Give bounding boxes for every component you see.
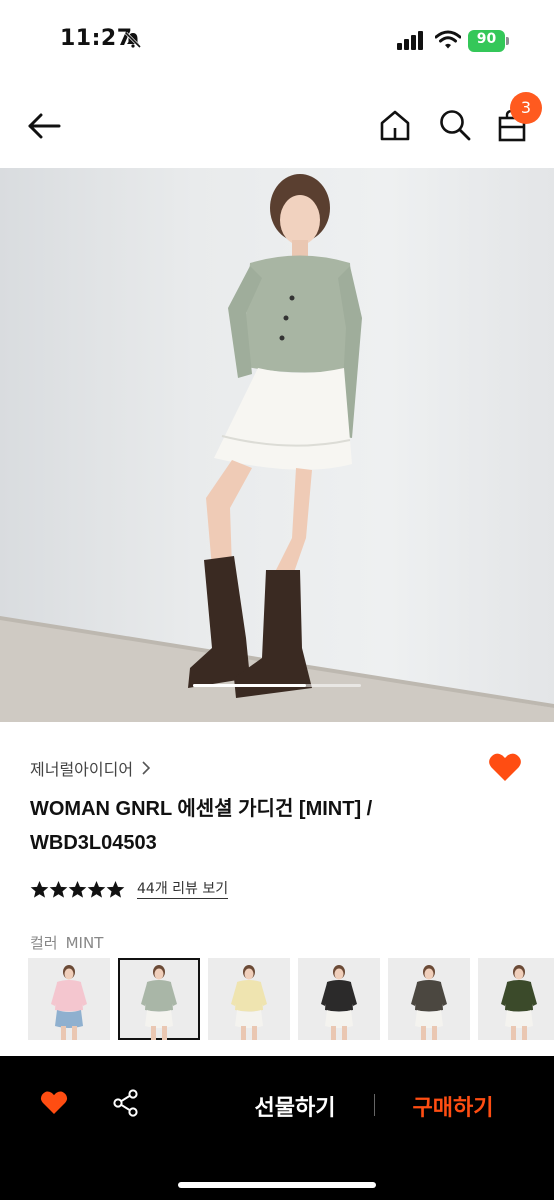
swatch-thumbnail (411, 965, 447, 1040)
brand-link[interactable]: 제너럴아이디어 (30, 756, 151, 780)
bottom-action-bar: 선물하기 구매하기 (0, 1056, 554, 1200)
divider (374, 1094, 375, 1116)
color-swatch[interactable] (388, 958, 470, 1040)
buy-button[interactable]: 구매하기 (380, 1090, 526, 1122)
status-time: 11:27 (60, 26, 133, 51)
swatch-thumbnail (321, 965, 357, 1040)
share-icon[interactable] (112, 1089, 140, 1117)
top-nav-bar (0, 80, 554, 168)
cellular-signal-icon (397, 31, 423, 50)
chevron-right-icon (142, 761, 151, 775)
color-label: 컬러 (30, 934, 58, 952)
star-icon (68, 880, 87, 898)
star-icon (30, 880, 49, 898)
star-icon (49, 880, 68, 898)
brand-name: 제너럴아이디어 (30, 760, 134, 779)
wishlist-heart-icon[interactable] (488, 752, 522, 782)
product-title-line-1: WOMAN GNRL 에센셜 가디건 [MINT] / (30, 798, 373, 820)
battery-indicator: 90 (468, 30, 509, 52)
battery-cap (506, 37, 509, 45)
cart-count-badge: 3 (510, 92, 542, 124)
color-swatch[interactable] (28, 958, 110, 1040)
color-swatch[interactable] (208, 958, 290, 1040)
search-icon[interactable] (438, 108, 472, 142)
review-link[interactable]: 44개 리뷰 보기 (137, 881, 229, 899)
color-swatch[interactable] (298, 958, 380, 1040)
swatch-thumbnail (51, 965, 87, 1040)
star-icon (87, 880, 106, 898)
silent-bell-icon (124, 31, 142, 49)
product-title: WOMAN GNRL 에센셜 가디건 [MINT] / WBD3L04503 (30, 792, 470, 860)
status-bar: 11:27 90 (0, 0, 554, 80)
arrow-left-icon[interactable] (26, 108, 62, 144)
model-photo (0, 174, 554, 722)
gift-button[interactable]: 선물하기 (210, 1090, 380, 1122)
swatch-thumbnail (501, 965, 537, 1040)
slide-indicator-active (193, 684, 306, 687)
color-swatch-list (28, 958, 554, 1042)
color-swatch[interactable] (118, 958, 200, 1040)
rating-row: 44개 리뷰 보기 (30, 880, 229, 899)
home-indicator[interactable] (178, 1182, 376, 1188)
home-icon[interactable] (378, 108, 412, 142)
swatch-thumbnail (141, 965, 177, 1040)
product-hero-image[interactable] (0, 168, 554, 722)
wishlist-heart-icon[interactable] (40, 1090, 68, 1115)
star-rating (30, 880, 125, 899)
star-icon (106, 880, 125, 898)
color-swatch[interactable] (478, 958, 554, 1040)
selected-color-name: MINT (65, 934, 104, 952)
product-title-line-2: WBD3L04503 (30, 832, 157, 854)
swatch-thumbnail (231, 965, 267, 1040)
wifi-icon (435, 30, 461, 49)
color-option-label: 컬러 MINT (30, 932, 103, 953)
battery-level: 90 (476, 31, 497, 47)
